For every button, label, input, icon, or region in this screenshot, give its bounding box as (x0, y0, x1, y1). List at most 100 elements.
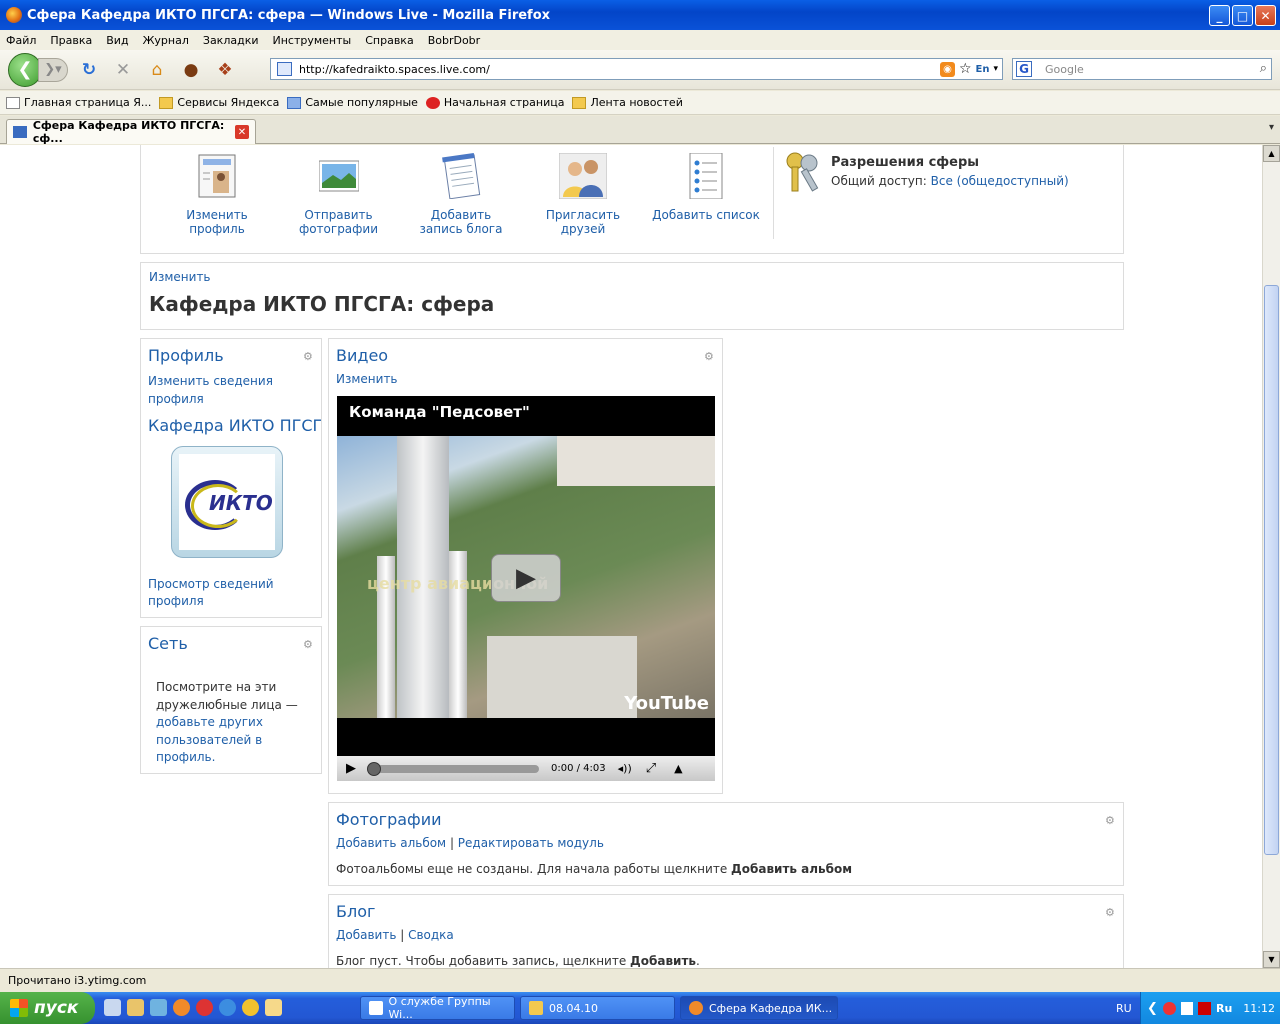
tab-close-icon[interactable]: ✕ (235, 125, 249, 139)
forward-button[interactable]: ❯▾ (38, 57, 68, 82)
view-profile-link[interactable]: Просмотр сведений профиля (148, 576, 308, 610)
permissions-value-link[interactable]: Все (общедоступный) (931, 174, 1069, 188)
menu-bobrdobr[interactable]: BobrDobr (428, 34, 481, 47)
add-album-link[interactable]: Добавить альбом (336, 836, 446, 850)
header-edit-link[interactable]: Изменить (149, 270, 211, 284)
gear-icon[interactable]: ⚙ (1105, 907, 1116, 918)
video-player[interactable]: Команда "Педсовет" центр авиационной ▶ Y… (337, 396, 715, 781)
scroll-down-icon[interactable]: ▼ (1263, 951, 1280, 968)
add-blog-entry-action[interactable]: Добавить запись блога (406, 152, 516, 236)
menu-bookmarks[interactable]: Закладки (203, 34, 259, 47)
minimize-button[interactable]: _ (1209, 5, 1230, 26)
bookmark-news-feed[interactable]: Лента новостей (572, 96, 683, 109)
scroll-up-icon[interactable]: ▲ (1263, 145, 1280, 162)
edit-profile-details-link[interactable]: Изменить сведения профиля (148, 372, 308, 408)
media-icon[interactable] (242, 999, 259, 1016)
add-friends-link[interactable]: добавьте других пользователей в профиль. (156, 715, 263, 764)
tray-app-icon[interactable] (1162, 1001, 1176, 1015)
scroll-thumb[interactable] (1264, 285, 1279, 855)
tab-list-icon[interactable]: ▾ (1269, 122, 1274, 133)
paw-icon[interactable]: ❖ (212, 57, 238, 83)
video-frame[interactable]: центр авиационной ▶ YouTube (337, 436, 715, 718)
task-windows-groups[interactable]: О службе Группы Wi... (360, 995, 515, 1021)
opera-icon[interactable] (196, 999, 213, 1016)
play-icon[interactable]: ▶ (337, 761, 365, 776)
blog-title[interactable]: Блог (336, 902, 375, 921)
tray-security-icon[interactable] (1198, 1001, 1211, 1015)
maximize-button[interactable]: □ (1232, 5, 1253, 26)
search-input[interactable]: G Google ⌕ (1012, 58, 1272, 80)
star-icon[interactable]: ☆ (959, 61, 972, 77)
network-title[interactable]: Сеть (148, 634, 188, 653)
add-list-action[interactable]: Добавить список (651, 152, 761, 222)
bookmark-start-page[interactable]: Начальная страница (425, 96, 564, 109)
permissions-label: Общий доступ: (831, 174, 927, 188)
gear-icon[interactable]: ⚙ (303, 639, 314, 650)
bobr-icon[interactable]: ● (178, 57, 204, 83)
page-scrollbar[interactable]: ▲ ▼ (1262, 145, 1280, 968)
menu-view[interactable]: Вид (106, 34, 128, 47)
seek-handle[interactable] (367, 761, 381, 776)
task-firefox[interactable]: Сфера Кафедра ИК... (680, 996, 838, 1020)
volume-icon[interactable]: ◂)) (618, 762, 632, 775)
upload-photos-action[interactable]: Отправить фотографии (291, 153, 386, 236)
bookmark-yandex-services[interactable]: Сервисы Яндекса (159, 96, 279, 109)
home-icon[interactable]: ⌂ (144, 57, 170, 83)
firefox-icon[interactable] (173, 999, 190, 1016)
blog-add-link[interactable]: Добавить (336, 928, 396, 942)
gear-icon[interactable]: ⚙ (704, 351, 715, 362)
photos-title[interactable]: Фотографии (336, 810, 442, 829)
ie-icon[interactable] (219, 999, 236, 1016)
menu-tools[interactable]: Инструменты (273, 34, 352, 47)
fullscreen-icon[interactable]: ⤢ (646, 761, 656, 776)
tab-label: Сфера Кафедра ИКТО ПГСГА: сф... (32, 119, 225, 145)
notepad-icon (442, 152, 481, 200)
menu-file[interactable]: Файл (6, 34, 36, 47)
invite-friends-action[interactable]: Пригласить друзей (524, 152, 642, 236)
edit-profile-action[interactable]: Изменить профиль (157, 153, 277, 236)
bookmark-yandex-home[interactable]: Главная страница Я... (6, 96, 151, 109)
back-button[interactable]: ❮ (8, 52, 42, 87)
url-text: http://kafedraikto.spaces.live.com/ (299, 62, 490, 76)
play-overlay-icon[interactable]: ▶ (491, 554, 561, 602)
task-folder[interactable]: 08.04.10 (520, 996, 675, 1020)
language-indicator[interactable]: RU (1116, 1002, 1132, 1015)
video-edit-link[interactable]: Изменить (336, 372, 398, 386)
url-bar[interactable]: http://kafedraikto.spaces.live.com/ ◉ ☆ … (270, 58, 1003, 80)
video-title[interactable]: Видео (336, 346, 388, 365)
show-desktop-icon[interactable] (104, 999, 121, 1016)
gear-icon[interactable]: ⚙ (303, 351, 314, 362)
app-icon[interactable] (265, 999, 282, 1016)
tab-active[interactable]: Сфера Кафедра ИКТО ПГСГА: сф... ✕ (6, 119, 256, 145)
search-placeholder: Google (1045, 62, 1084, 76)
profile-picture[interactable]: ИКТО (171, 446, 283, 558)
menu-history[interactable]: Журнал (143, 34, 189, 47)
app-icon[interactable] (127, 999, 144, 1016)
menu-up-icon[interactable]: ▲ (674, 762, 682, 775)
tray-network-icon[interactable] (1180, 1001, 1194, 1015)
lang-badge[interactable]: En (976, 64, 990, 75)
bookmark-most-popular[interactable]: Самые популярные (287, 96, 418, 109)
stop-icon[interactable]: ✕ (110, 57, 136, 83)
tray-expand-icon[interactable]: ❮ (1147, 1001, 1158, 1016)
tray-language[interactable]: Ru (1216, 1002, 1232, 1015)
reload-icon[interactable]: ↻ (76, 57, 102, 83)
close-button[interactable]: ✕ (1255, 5, 1276, 26)
blog-summary-link[interactable]: Сводка (408, 928, 454, 942)
start-button[interactable]: пуск (0, 992, 95, 1024)
windows-flag-icon (10, 999, 28, 1017)
menu-help[interactable]: Справка (365, 34, 413, 47)
photos-module: Фотографии ⚙ Добавить альбом | Редактиро… (328, 802, 1124, 886)
google-icon[interactable]: G (1016, 61, 1032, 77)
url-dropdown-icon[interactable]: ▾ (993, 64, 998, 74)
gear-icon[interactable]: ⚙ (1105, 815, 1116, 826)
search-icon[interactable]: ⌕ (1260, 61, 1267, 76)
menu-edit[interactable]: Правка (50, 34, 92, 47)
seek-bar[interactable] (367, 761, 539, 776)
profile-title[interactable]: Профиль (148, 346, 224, 365)
rss-icon[interactable]: ◉ (939, 61, 955, 77)
app-icon[interactable] (150, 999, 167, 1016)
clock[interactable]: 11:12 (1243, 1002, 1275, 1015)
profile-name[interactable]: Кафедра ИКТО ПГСГА (148, 416, 321, 435)
edit-module-link[interactable]: Редактировать модуль (458, 836, 604, 850)
